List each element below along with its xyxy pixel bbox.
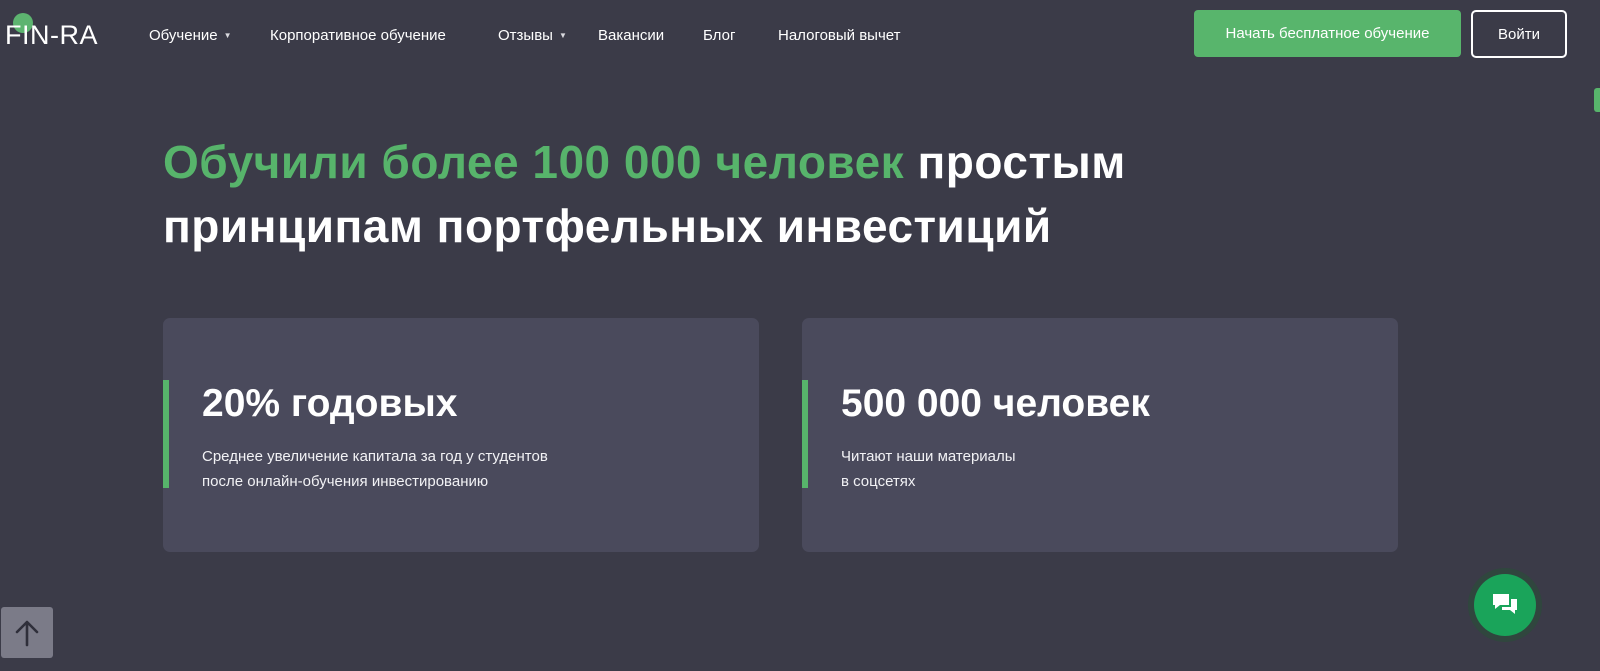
- stat-description-line: Читают наши материалы: [841, 448, 1016, 465]
- nav-item-blog[interactable]: Блог: [703, 26, 735, 46]
- nav-item-label: Вакансии: [598, 27, 665, 44]
- nav-item-label: Налоговый вычет: [778, 27, 901, 44]
- caret-down-icon: ▼: [223, 31, 232, 41]
- logo[interactable]: FIN-RA: [5, 20, 98, 50]
- nav-item-vacancies[interactable]: Вакансии: [598, 26, 664, 46]
- nav-item-label: Отзывы: [498, 27, 553, 44]
- nav-item-education[interactable]: Обучение ▼: [149, 26, 232, 46]
- nav-item-label: Блог: [703, 27, 736, 44]
- stat-title: 20% годовых: [202, 382, 458, 425]
- nav-item-label: Корпоративное обучение: [270, 27, 446, 44]
- caret-down-icon: ▼: [558, 31, 567, 41]
- stat-description-line: после онлайн-обучения инвестированию: [202, 473, 489, 490]
- nav-item-tax-deduction[interactable]: Налоговый вычет: [778, 26, 901, 46]
- arrow-up-icon: [15, 620, 39, 646]
- stat-description: Среднее увеличение капитала за год у сту…: [202, 444, 548, 494]
- card-accent-bar: [163, 380, 169, 488]
- side-edge-tab[interactable]: [1594, 88, 1600, 112]
- stat-card-returns: 20% годовых Среднее увеличение капитала …: [163, 318, 759, 552]
- start-free-learning-button[interactable]: Начать бесплатное обучение: [1194, 10, 1461, 57]
- chat-bubbles-icon: [1493, 594, 1517, 614]
- stat-description: Читают наши материалы в соцсетях: [841, 444, 1016, 494]
- login-button[interactable]: Войти: [1471, 10, 1567, 58]
- hero-highlight: Обучили более 100 000 человек: [163, 136, 905, 188]
- site-header: FIN-RA Обучение ▼ Корпоративное обучение …: [0, 0, 1600, 70]
- stat-description-line: в соцсетях: [841, 473, 916, 490]
- nav-item-label: Обучение: [149, 27, 218, 44]
- stat-description-line: Среднее увеличение капитала за год у сту…: [202, 448, 548, 465]
- scroll-to-top-button[interactable]: [1, 607, 53, 658]
- stat-card-audience: 500 000 человек Читают наши материалы в …: [802, 318, 1398, 552]
- nav-item-corporate[interactable]: Корпоративное обучение: [270, 26, 446, 46]
- chat-button[interactable]: [1474, 574, 1536, 636]
- hero-heading: Обучили более 100 000 человек простым пр…: [163, 130, 1363, 258]
- nav-item-reviews[interactable]: Отзывы ▼: [498, 26, 567, 46]
- card-accent-bar: [802, 380, 808, 488]
- stat-title: 500 000 человек: [841, 382, 1150, 425]
